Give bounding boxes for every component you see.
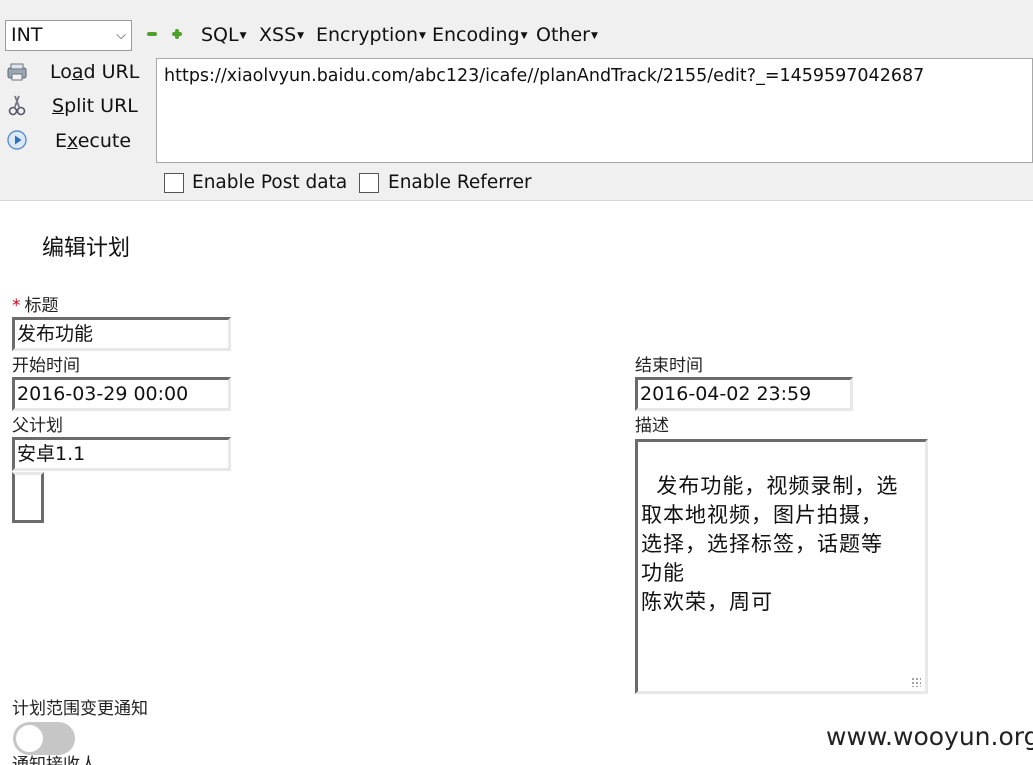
title-label: * 标题 <box>12 296 59 316</box>
type-select[interactable]: INT ⌵ <box>5 20 132 51</box>
start-time-label: 开始时间 <box>12 356 80 376</box>
description-text: 发布功能，视频录制，选 取本地视频，图片拍摄， 选择，选择标签，话题等 功能 陈… <box>641 474 899 614</box>
description-textarea[interactable]: 发布功能，视频录制，选 取本地视频，图片拍摄， 选择，选择标签，话题等 功能 陈… <box>635 439 928 694</box>
menu-xss[interactable]: XSS▼ <box>259 23 304 48</box>
caret-down-icon: ▼ <box>590 30 598 41</box>
load-url-icon[interactable] <box>6 61 28 83</box>
resize-grip-icon[interactable] <box>911 677 921 687</box>
description-label: 描述 <box>635 416 669 436</box>
type-select-value: INT <box>11 24 43 46</box>
page-title: 编辑计划 <box>42 236 131 261</box>
title-input[interactable]: 发布功能 <box>12 317 231 351</box>
scope-change-notify-toggle[interactable] <box>13 722 75 755</box>
start-time-input[interactable]: 2016-03-29 00:00 <box>12 377 231 411</box>
caret-down-icon: ▼ <box>239 30 247 41</box>
enable-post-data-checkbox[interactable] <box>164 173 184 193</box>
caret-down-icon: ▼ <box>419 30 426 41</box>
enable-referrer-checkbox[interactable] <box>359 173 379 193</box>
end-time-input[interactable]: 2016-04-02 23:59 <box>635 377 853 411</box>
menu-sql[interactable]: SQL▼ <box>201 23 247 48</box>
enable-referrer-label[interactable]: Enable Referrer <box>388 172 532 194</box>
enable-post-data-label[interactable]: Enable Post data <box>192 172 347 194</box>
parent-plan-label: 父计划 <box>12 416 63 436</box>
menu-other[interactable]: Other▼ <box>536 23 598 48</box>
menu-encryption[interactable]: Encryption▼ <box>316 23 426 48</box>
end-time-label: 结束时间 <box>635 356 703 376</box>
parent-plan-dropdown[interactable] <box>12 472 44 523</box>
caret-down-icon: ▼ <box>297 30 305 41</box>
toggle-knob <box>16 725 43 752</box>
notify-recipients-label: 通知接收人 <box>12 755 97 765</box>
decrease-icon[interactable] <box>145 27 159 41</box>
parent-plan-input[interactable]: 安卓1.1 <box>12 437 231 471</box>
scope-change-notify-label: 计划范围变更通知 <box>12 699 148 719</box>
chevron-down-icon: ⌵ <box>116 28 126 43</box>
play-icon[interactable] <box>6 129 28 151</box>
required-marker: * <box>12 296 21 316</box>
caret-down-icon: ▼ <box>520 30 528 41</box>
url-textarea[interactable]: https://xiaolvyun.baidu.com/abc123/icafe… <box>156 58 1033 163</box>
menu-encoding[interactable]: Encoding▼ <box>432 23 527 48</box>
scissors-icon[interactable] <box>6 94 28 116</box>
increase-icon[interactable] <box>170 27 184 41</box>
split-url-button[interactable]: Split URL <box>52 94 138 118</box>
load-url-button[interactable]: Load URL <box>50 60 139 84</box>
watermark: www.wooyun.org <box>826 722 1033 751</box>
execute-button[interactable]: Execute <box>55 129 131 153</box>
hackbar-toolbar: INT ⌵ SQL▼ XSS▼ Encryption▼ Encoding▼ Ot… <box>0 0 1033 201</box>
